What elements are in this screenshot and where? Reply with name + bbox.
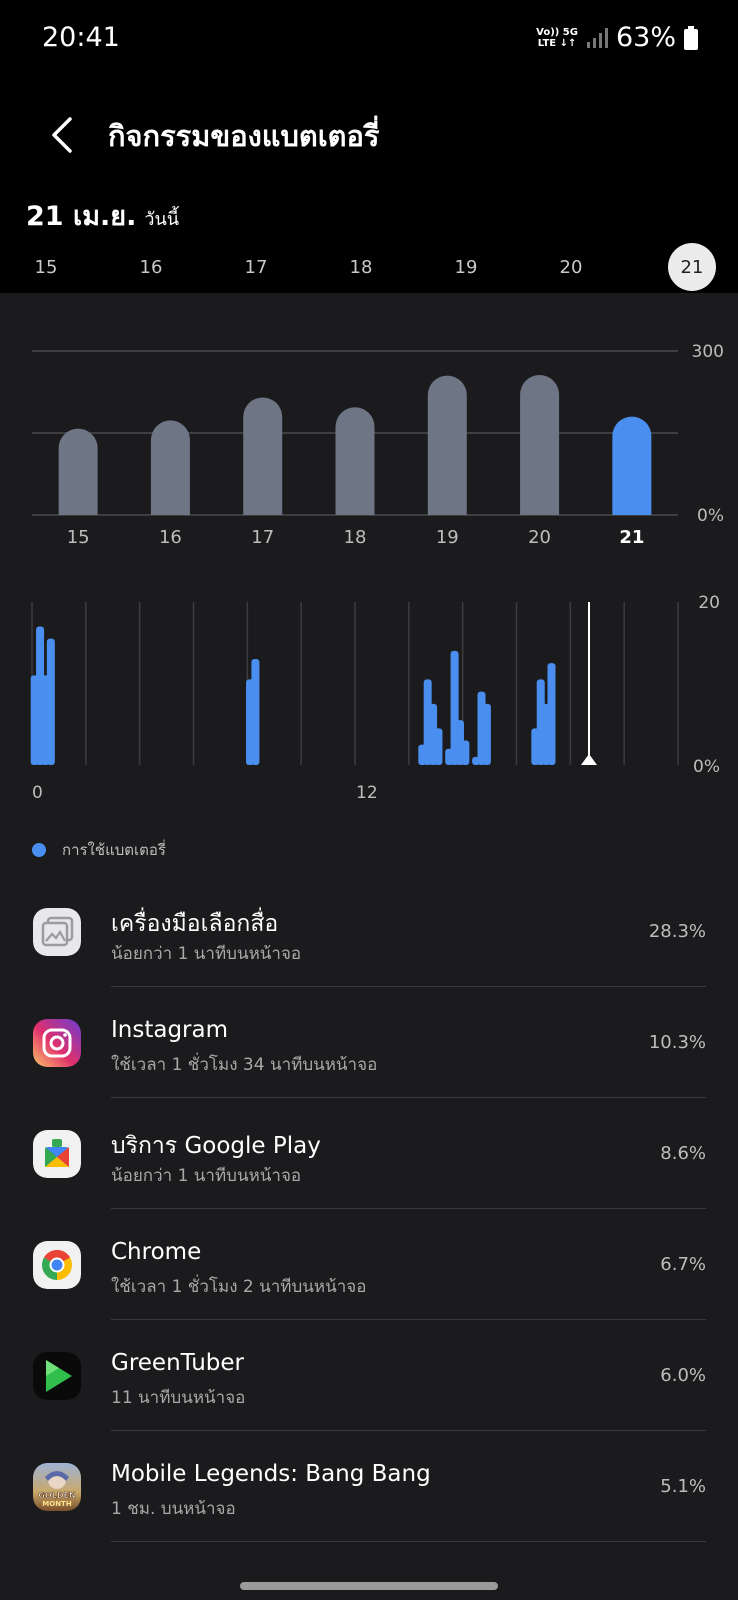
weekly-bar-20[interactable] [520, 375, 560, 515]
signal-icon [586, 27, 608, 48]
hourly-bar [251, 659, 260, 765]
current-time-marker [581, 602, 597, 765]
weekly-x-label-21: 21 [619, 527, 644, 548]
date-label: วันนี้ [144, 209, 180, 230]
app-percent: 10.3% [648, 1032, 706, 1053]
hourly-usage-chart: 20 0% 0 12 [30, 593, 720, 803]
weekly-bar-19[interactable] [427, 375, 467, 515]
y-tick-top: 20 [698, 593, 720, 613]
weekly-bar-16[interactable] [150, 420, 190, 515]
app-usage-time: 11 นาทีบนหน้าจอ [111, 1388, 246, 1408]
app-percent: 5.1% [660, 1476, 706, 1497]
navigation-handle[interactable] [240, 1582, 498, 1590]
app-percent: 8.6% [660, 1143, 706, 1164]
app-name: Mobile Legends: Bang Bang [111, 1461, 431, 1487]
google-play-services-icon [33, 1130, 81, 1178]
selected-date: 21 เม.ย. [26, 201, 137, 232]
battery-percent: 63% [615, 22, 676, 53]
legend-label: การใช้แบตเตอรี่ [62, 841, 166, 859]
y-tick-bottom: 0% [693, 757, 720, 777]
instagram-icon [33, 1019, 81, 1067]
weekly-usage-chart: 300 0% 15 16 17 18 19 20 21 [32, 342, 724, 548]
x-tick-0: 0 [32, 783, 43, 803]
app-percent: 6.7% [660, 1254, 706, 1275]
app-name: บริการ Google Play [111, 1133, 321, 1159]
network-indicator: Vo)) 5G LTE ↓↑ [536, 26, 578, 49]
app-row-instagram[interactable]: Instagram ใช้เวลา 1 ชั่วโมง 34 นาทีบนหน้… [0, 987, 738, 1098]
weekly-bar-18[interactable] [335, 407, 375, 515]
chart-legend: การใช้แบตเตอรี่ [32, 838, 166, 862]
chrome-icon [33, 1241, 81, 1289]
status-time: 20:41 [42, 22, 120, 53]
weekly-x-label-17: 17 [251, 527, 274, 548]
weekly-bar-21[interactable] [612, 416, 652, 515]
weekly-x-label-20: 20 [528, 527, 551, 548]
hourly-bar [482, 703, 491, 765]
app-name: Instagram [111, 1017, 229, 1043]
status-icons: Vo)) 5G LTE ↓↑ 63% [536, 22, 698, 53]
app-usage-time: น้อยกว่า 1 นาทีบนหน้าจอ [111, 944, 302, 964]
y-tick-top: 300 [692, 342, 724, 362]
greentuber-icon [33, 1352, 81, 1400]
weekly-bar-17[interactable] [243, 397, 283, 515]
app-name: Chrome [111, 1239, 202, 1265]
app-usage-time: ใช้เวลา 1 ชั่วโมง 34 นาทีบนหน้าจอ [111, 1055, 378, 1075]
app-usage-list: เครื่องมือเลือกสื่อ น้อยกว่า 1 นาทีบนหน้… [0, 876, 738, 1542]
app-row-chrome[interactable]: Chrome ใช้เวลา 1 ชั่วโมง 2 นาทีบนหน้าจอ … [0, 1209, 738, 1320]
app-usage-time: 1 ชม. บนหน้าจอ [111, 1499, 236, 1519]
date-chip-17[interactable]: 17 [232, 243, 280, 291]
mobile-legends-icon: GOLDEN MONTH [33, 1463, 81, 1511]
chevron-left-icon [52, 117, 72, 153]
weekly-bar-15[interactable] [58, 428, 98, 515]
date-heading: 21 เม.ย. วันนี้ [26, 194, 179, 237]
app-percent: 6.0% [660, 1365, 706, 1386]
date-chip-16[interactable]: 16 [127, 243, 175, 291]
x-tick-12: 12 [356, 783, 378, 803]
app-row-mobile-legends[interactable]: GOLDEN MONTH Mobile Legends: Bang Bang 1… [0, 1431, 738, 1542]
app-name: GreenTuber [111, 1350, 244, 1376]
icon-text-month: MONTH [42, 1500, 72, 1508]
date-chip-19[interactable]: 19 [442, 243, 490, 291]
back-button[interactable] [44, 111, 84, 159]
y-tick-bottom: 0% [697, 506, 724, 526]
current-time-arrow [581, 754, 597, 765]
hourly-bar [547, 663, 556, 765]
hourly-bar [434, 728, 443, 765]
legend-dot [32, 843, 46, 857]
weekly-x-label-15: 15 [67, 527, 90, 548]
app-header: กิจกรรมของแบตเตอรี่ [0, 105, 738, 165]
weekly-x-label-18: 18 [344, 527, 367, 548]
app-row-greentuber[interactable]: GreenTuber 11 นาทีบนหน้าจอ 6.0% [0, 1320, 738, 1431]
app-percent: 28.3% [648, 921, 706, 942]
date-chip-15[interactable]: 15 [22, 243, 70, 291]
app-row-google-play-services[interactable]: บริการ Google Play น้อยกว่า 1 นาทีบนหน้า… [0, 1098, 738, 1209]
weekly-x-label-16: 16 [159, 527, 182, 548]
page-title: กิจกรรมของแบตเตอรี่ [108, 119, 380, 153]
hourly-bar [461, 740, 470, 765]
app-usage-time: น้อยกว่า 1 นาทีบนหน้าจอ [111, 1166, 302, 1186]
date-chip-21-selected[interactable]: 21 [668, 243, 716, 291]
date-chip-18[interactable]: 18 [337, 243, 385, 291]
divider [111, 1541, 706, 1542]
app-row-media-picker[interactable]: เครื่องมือเลือกสื่อ น้อยกว่า 1 นาทีบนหน้… [0, 876, 738, 987]
icon-text-golden: GOLDEN [38, 1491, 75, 1500]
media-picker-icon [33, 908, 81, 956]
date-chip-20[interactable]: 20 [547, 243, 595, 291]
status-bar: 20:41 Vo)) 5G LTE ↓↑ 63% [0, 0, 738, 80]
app-name: เครื่องมือเลือกสื่อ [111, 911, 279, 937]
date-selector: 15 16 17 18 19 20 21 [0, 243, 738, 293]
hourly-bar [46, 638, 55, 765]
battery-icon [684, 25, 698, 50]
app-usage-time: ใช้เวลา 1 ชั่วโมง 2 นาทีบนหน้าจอ [111, 1277, 367, 1297]
weekly-x-label-19: 19 [436, 527, 459, 548]
